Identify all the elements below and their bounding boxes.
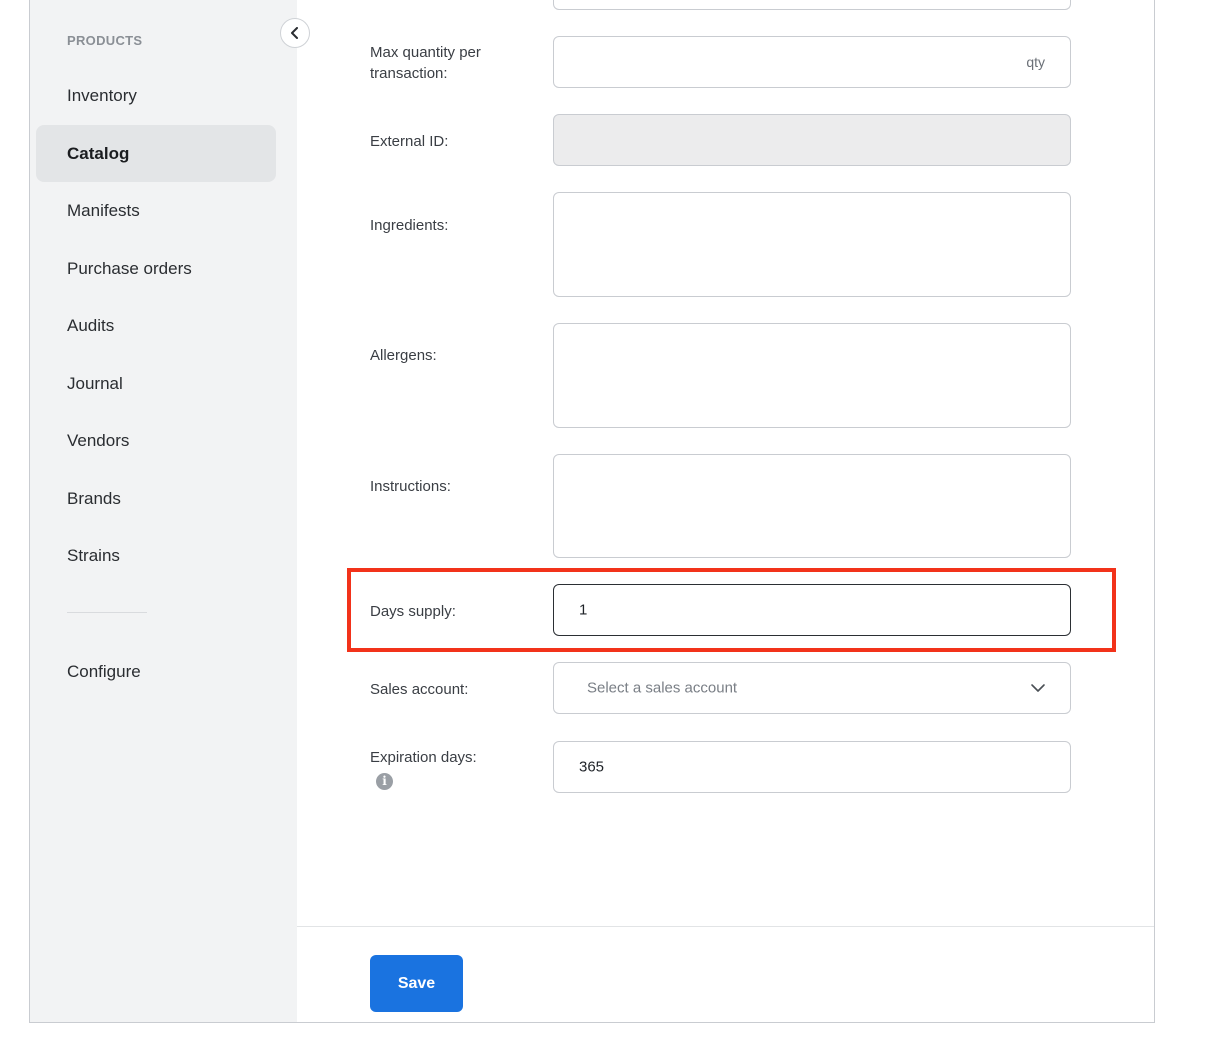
chevron-left-icon	[291, 27, 298, 39]
app-window: PRODUCTS Inventory Catalog Manifests Pur…	[29, 0, 1155, 1023]
days-supply-input[interactable]: 1	[553, 584, 1071, 636]
info-icon[interactable]: i	[376, 773, 393, 790]
instructions-label: Instructions:	[370, 478, 451, 495]
sidebar-item-configure[interactable]: Configure	[36, 643, 276, 700]
sales-account-label: Sales account:	[370, 681, 469, 698]
sidebar-item-audits[interactable]: Audits	[36, 297, 276, 354]
days-supply-label: Days supply:	[370, 603, 456, 620]
save-button[interactable]: Save	[370, 955, 463, 1012]
instructions-textarea[interactable]	[553, 454, 1071, 558]
allergens-label: Allergens:	[370, 347, 437, 364]
ingredients-textarea[interactable]	[553, 192, 1071, 297]
product-form: Max quantity per transaction: qty Extern…	[297, 0, 1154, 926]
sidebar-item-catalog[interactable]: Catalog	[36, 125, 276, 182]
form-footer: Save	[297, 926, 1154, 1022]
sidebar-item-journal[interactable]: Journal	[36, 355, 276, 412]
sales-account-placeholder: Select a sales account	[587, 679, 738, 697]
sidebar: PRODUCTS Inventory Catalog Manifests Pur…	[30, 0, 297, 1022]
sidebar-collapse-button[interactable]	[280, 18, 310, 48]
sidebar-item-inventory[interactable]: Inventory	[36, 67, 276, 124]
sidebar-item-manifests[interactable]: Manifests	[36, 182, 276, 239]
external-id-label: External ID:	[370, 133, 449, 150]
expiration-days-label: Expiration days: i	[370, 747, 480, 790]
ingredients-label: Ingredients:	[370, 217, 449, 234]
sidebar-item-purchase-orders[interactable]: Purchase orders	[36, 240, 276, 297]
previous-field-input[interactable]	[553, 0, 1071, 10]
external-id-input	[553, 114, 1071, 166]
expiration-days-label-text: Expiration days:	[370, 749, 477, 766]
sidebar-item-brands[interactable]: Brands	[36, 470, 276, 527]
max-quantity-label: Max quantity per transaction:	[370, 44, 481, 82]
max-quantity-input[interactable]: qty	[553, 36, 1071, 88]
chevron-down-icon	[1031, 684, 1045, 692]
sales-account-select[interactable]: Select a sales account	[553, 662, 1071, 714]
qty-suffix: qty	[1026, 54, 1045, 70]
allergens-textarea[interactable]	[553, 323, 1071, 428]
sidebar-divider	[67, 612, 147, 613]
sidebar-item-vendors[interactable]: Vendors	[36, 412, 276, 469]
sidebar-item-strains[interactable]: Strains	[36, 527, 276, 584]
sidebar-section-title: PRODUCTS	[67, 33, 143, 48]
expiration-days-input[interactable]: 365	[553, 741, 1071, 793]
expiration-days-value: 365	[579, 758, 605, 776]
days-supply-value: 1	[579, 601, 588, 619]
